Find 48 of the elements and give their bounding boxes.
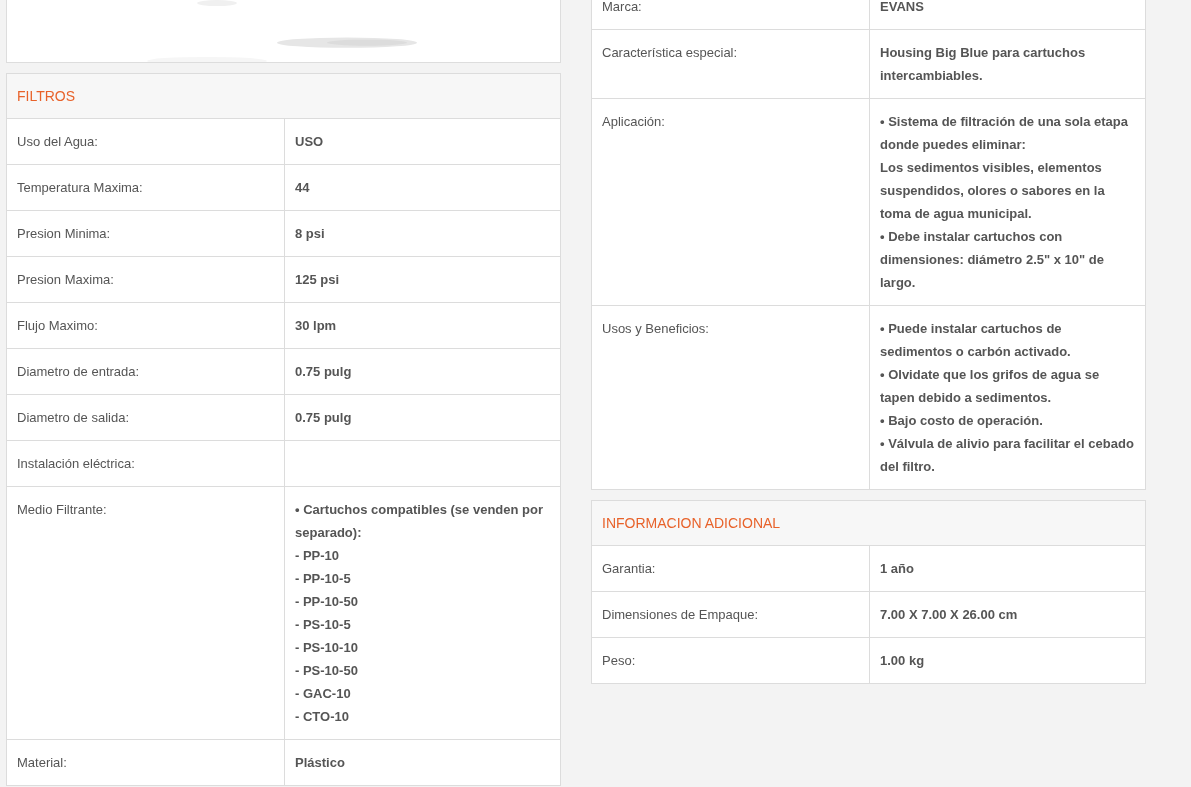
row-value: 7.00 X 7.00 X 26.00 cm xyxy=(880,606,1019,624)
row-value: EVANS xyxy=(880,0,925,16)
row-label: Instalación eléctrica: xyxy=(17,456,135,471)
row-label: Marca: xyxy=(602,0,642,14)
row-value: • Válvula de alivio para facilitar el cebado del filtro. xyxy=(880,435,1135,476)
row-label: Usos y Beneficios: xyxy=(602,321,709,336)
row-value: Housing Big Blue para cartuchos intercambiables. xyxy=(880,44,1087,85)
row-value: 0.75 pulg xyxy=(295,363,353,381)
row-value: 1 año xyxy=(880,560,915,578)
row-value: 30 lpm xyxy=(295,317,338,335)
section-title: INFORMACION ADICIONAL xyxy=(602,515,781,531)
row-value: - PP-10-5 xyxy=(295,570,352,588)
row-label: Presion Minima: xyxy=(17,226,111,241)
row-value: • Sistema de filtración de una sola etapa donde puedes eliminar: xyxy=(880,113,1129,154)
row-value: Plástico xyxy=(295,754,346,772)
row-value: • Debe instalar cartuchos con dimensiones: diámetro 2.5" x 10" de largo. xyxy=(880,228,1105,292)
row-value: 8 psi xyxy=(295,225,326,243)
row-value: - PS-10-10 xyxy=(295,639,359,657)
row-label: Flujo Maximo: xyxy=(17,318,98,333)
row-label: Garantia: xyxy=(602,561,656,576)
row-value: 125 psi xyxy=(295,271,341,289)
row-value: - PP-10-50 xyxy=(295,593,359,611)
row-label: Dimensiones de Empaque: xyxy=(602,607,759,622)
row-label: Aplicación: xyxy=(602,114,665,129)
row-value: • Bajo costo de operación. xyxy=(880,412,1044,430)
row-value: - PP-10 xyxy=(295,547,341,565)
row-value: 44 xyxy=(295,179,311,197)
row-label: Presion Maxima: xyxy=(17,272,114,287)
row-value: - GAC-10 xyxy=(295,685,352,703)
row-value: - PS-10-5 xyxy=(295,616,352,634)
row-label: Diametro de salida: xyxy=(17,410,129,425)
row-label: Uso del Agua: xyxy=(17,134,98,149)
row-value: 1.00 kg xyxy=(880,652,926,670)
row-label: Peso: xyxy=(602,653,636,668)
row-label: Diametro de entrada: xyxy=(17,364,140,379)
row-value: - CTO-10 xyxy=(295,708,350,726)
row-label: Material: xyxy=(17,755,67,770)
row-value: 0.75 pulg xyxy=(295,409,353,427)
row-value: Los sedimentos visibles, elementos suspendidos, olores o sabores en la toma de agua municipal. xyxy=(880,159,1106,223)
row-label: Característica especial: xyxy=(602,45,738,60)
section-title: FILTROS xyxy=(17,88,76,104)
row-label: Medio Filtrante: xyxy=(17,502,107,517)
row-value: • Cartuchos compatibles (se venden por separado): xyxy=(295,501,544,542)
row-value: • Olvidate que los grifos de agua se tapen debido a sedimentos. xyxy=(880,366,1101,407)
row-value: - PS-10-50 xyxy=(295,662,359,680)
row-value: • Puede instalar cartuchos de sedimentos o carbón activado. xyxy=(880,320,1072,361)
row-label: Temperatura Maxima: xyxy=(17,180,143,195)
row-value: USO xyxy=(295,133,325,151)
